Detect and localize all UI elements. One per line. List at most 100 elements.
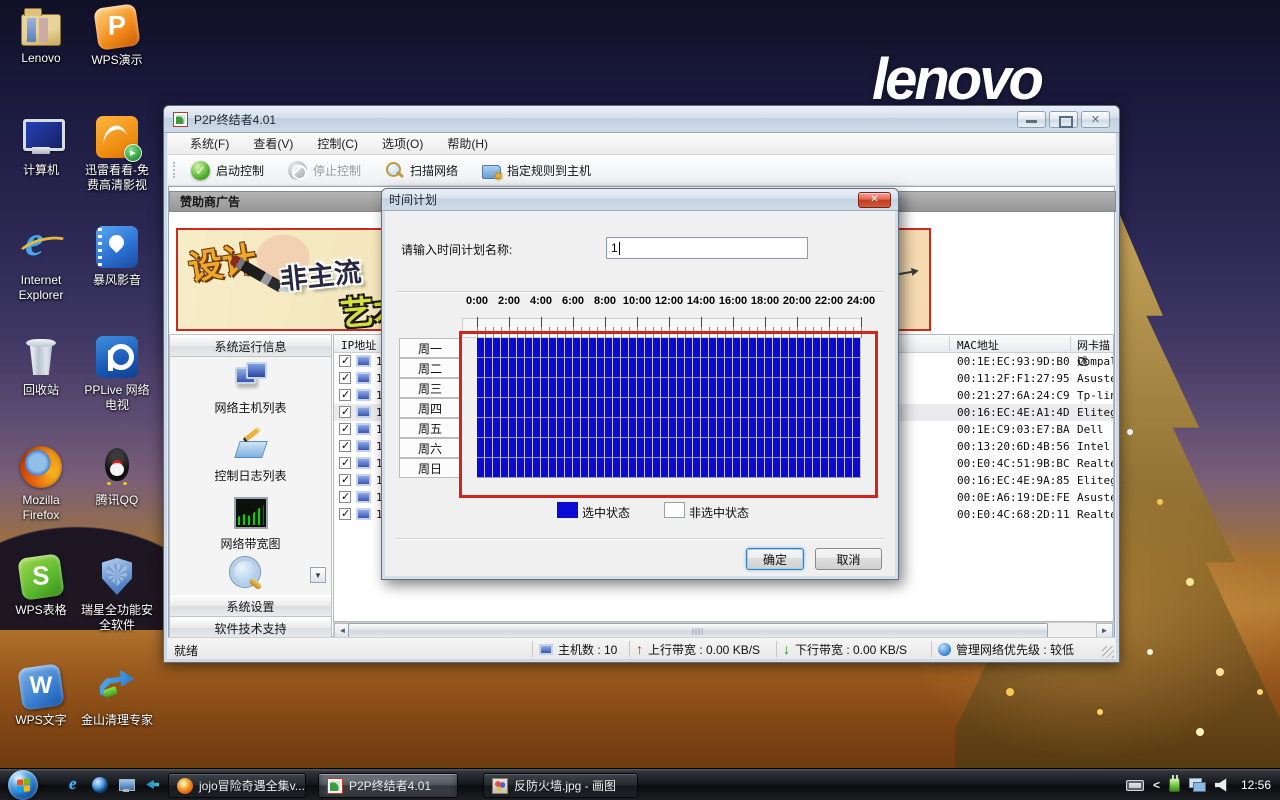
sidebar-item-bandwidth-chart[interactable]: 网络带宽图 <box>170 484 331 552</box>
mac-cell: 00:0E:A6:19:DE:FE <box>957 491 1070 504</box>
sidebar-item-network-hosts[interactable]: 网络主机列表 <box>170 358 331 416</box>
taskbar-clock[interactable]: 12:56 <box>1241 778 1271 792</box>
desktop-icon-rising-antivirus[interactable]: 瑞星全功能安全软件 <box>80 556 154 633</box>
scrollbar-grip <box>693 628 704 635</box>
start-button[interactable] <box>8 770 38 800</box>
priority-label: 管理网络优先级 : 较低 <box>956 641 1074 658</box>
mac-cell: 00:E0:4C:68:2D:11 <box>957 508 1070 521</box>
tray-collapse-chevron-icon[interactable]: < <box>1153 779 1160 791</box>
sidebar-dropdown-button[interactable]: ▼ <box>310 567 326 583</box>
app-icon <box>173 112 188 127</box>
internet-explorer-icon[interactable] <box>66 776 84 794</box>
upload-arrow-icon: ↑ <box>636 642 643 656</box>
resize-grip[interactable] <box>1102 646 1114 658</box>
host-count-icon <box>539 644 553 655</box>
toolbar-assign-rule[interactable]: 指定规则到主机 <box>473 158 600 183</box>
time-tick-label: 18:00 <box>751 295 779 307</box>
sidebar-section-settings[interactable]: 系统设置 <box>170 595 331 617</box>
network-tray-icon[interactable] <box>1189 778 1206 792</box>
mac-cell: 00:16:EC:4E:9A:85 <box>957 474 1070 487</box>
sidebar-item-label: 控制日志列表 <box>214 467 286 484</box>
status-hosts: 主机数 : 10 <box>539 641 617 657</box>
ad-text-1: 设计 <box>185 231 260 290</box>
power-tray-icon[interactable] <box>1169 778 1180 792</box>
sidebar-item-control-log[interactable]: 控制日志列表 <box>170 416 331 484</box>
toolbar-stop-control[interactable]: 停止控制 <box>279 158 370 183</box>
taskbar-task-paint[interactable]: 反防火墙.jpg - 画图 <box>483 773 638 798</box>
legend-selected-label: 选中状态 <box>582 504 630 521</box>
desktop-icon-firefox[interactable]: Mozilla Firefox <box>4 446 78 523</box>
restore-button[interactable] <box>1049 111 1078 128</box>
magnifier-icon[interactable] <box>228 557 262 593</box>
desktop-icon-wps-presentation[interactable]: WPS演示 <box>80 6 154 68</box>
toolbar-scan-network[interactable]: 扫描网络 <box>376 158 467 183</box>
dialog-close-button[interactable]: ✕ <box>858 192 891 208</box>
launch-arrow-icon[interactable] <box>144 776 162 794</box>
menu-item-0[interactable]: 系统(F) <box>180 132 239 155</box>
menu-item-2[interactable]: 控制(C) <box>307 132 368 155</box>
mac-cell: 00:21:27:6A:24:C9 <box>957 389 1070 402</box>
windows-flag-icon <box>17 778 30 793</box>
desktop-icon-pplive-tv[interactable]: PPLive 网络电视 <box>80 336 154 413</box>
menu-item-4[interactable]: 帮助(H) <box>437 132 498 155</box>
taskbar-task-p2p-terminator[interactable]: P2P终结者4.01 <box>318 773 458 798</box>
desktop-icon-label: 腾讯QQ <box>80 493 154 508</box>
dialog-title-bar[interactable]: 时间计划 ✕ <box>382 189 898 211</box>
nic-cell: Intel C <box>1077 440 1114 453</box>
desktop-icon-tencent-qq[interactable]: 腾讯QQ <box>80 446 154 508</box>
time-tick-label: 16:00 <box>719 295 747 307</box>
task-label: P2P终结者4.01 <box>349 777 431 794</box>
desktop-icon-kingsoft-cleaner[interactable]: 金山清理专家 <box>80 666 154 728</box>
column-divider[interactable] <box>1070 337 1071 351</box>
toolbar-label: 扫描网络 <box>410 162 458 179</box>
column-divider[interactable] <box>949 337 950 351</box>
desktop-icon-label: WPS演示 <box>80 53 154 68</box>
ok-button[interactable]: 确定 <box>746 548 804 570</box>
firefox-icon <box>177 778 193 794</box>
desktop-icon-folder[interactable]: Lenovo <box>4 6 78 66</box>
mac-cell: 00:16:EC:4E:A1:4D <box>957 406 1070 419</box>
time-tick-label: 20:00 <box>783 295 811 307</box>
desktop-icon-wps-spreadsheet[interactable]: WPS表格 <box>4 556 78 618</box>
desktop-icon-label: 暴风影音 <box>80 273 154 288</box>
time-tick-label: 6:00 <box>562 295 584 307</box>
keyboard-tray-icon[interactable] <box>1126 780 1144 791</box>
desktop-icon-label: 瑞星全功能安全软件 <box>80 603 154 633</box>
task-label: jojo冒险奇遇全集v... <box>199 777 305 794</box>
toolbar-label: 启动控制 <box>216 162 264 179</box>
scroll-right-button[interactable]: ► <box>1096 623 1113 638</box>
desktop-icon-baofeng-player[interactable]: 暴风影音 <box>80 226 154 288</box>
desktop-icon-internet-explorer[interactable]: Internet Explorer <box>4 226 78 303</box>
time-tick-label: 14:00 <box>687 295 715 307</box>
sidebar-item-label: 网络带宽图 <box>220 535 280 552</box>
desktop-icon-label: 迅雷看看-免费高清影视 <box>80 163 154 193</box>
network-hosts-icon <box>234 361 268 393</box>
sidebar-section-support[interactable]: 软件技术支持 <box>170 617 331 639</box>
taskbar-task-firefox[interactable]: jojo冒险奇遇全集v... <box>168 773 306 798</box>
desktop-icon-recycle-bin[interactable]: 回收站 <box>4 336 78 398</box>
volume-tray-icon[interactable] <box>1215 778 1230 792</box>
column-header-mac[interactable]: MAC地址 <box>957 337 999 353</box>
desktop-icon-wps-writer[interactable]: WPS文字 <box>4 666 78 728</box>
window-title-bar[interactable]: P2P终结者4.01 <box>164 106 1119 133</box>
sidebar-section-system-info[interactable]: 系统运行信息 <box>170 335 331 357</box>
desktop-globe-icon[interactable] <box>92 777 108 793</box>
toolbar-label: 停止控制 <box>313 162 361 179</box>
time-tick-label: 8:00 <box>594 295 616 307</box>
minimize-button[interactable] <box>1017 111 1046 128</box>
menu-item-1[interactable]: 查看(V) <box>243 132 303 155</box>
plan-name-input[interactable]: 1 <box>606 237 808 259</box>
menu-item-3[interactable]: 选项(O) <box>372 132 433 155</box>
nic-cell: Asustek <box>1077 491 1114 504</box>
desktop-icon-label: Lenovo <box>4 51 78 66</box>
close-button[interactable] <box>1081 111 1110 128</box>
sponsor-ad-header-label: 赞助商广告 <box>180 193 240 210</box>
task-label: 反防火墙.jpg - 画图 <box>514 777 616 794</box>
column-header-ip[interactable]: IP地址 <box>341 337 376 353</box>
show-desktop-icon[interactable] <box>118 776 136 794</box>
desktop-icon-xunlei-kankan[interactable]: 迅雷看看-免费高清影视 <box>80 116 154 193</box>
toolbar-start-control[interactable]: 启动控制 <box>182 158 273 183</box>
scrollbar-thumb[interactable] <box>348 623 1048 638</box>
cancel-button[interactable]: 取消 <box>815 548 882 570</box>
desktop-icon-computer[interactable]: 计算机 <box>4 116 78 178</box>
